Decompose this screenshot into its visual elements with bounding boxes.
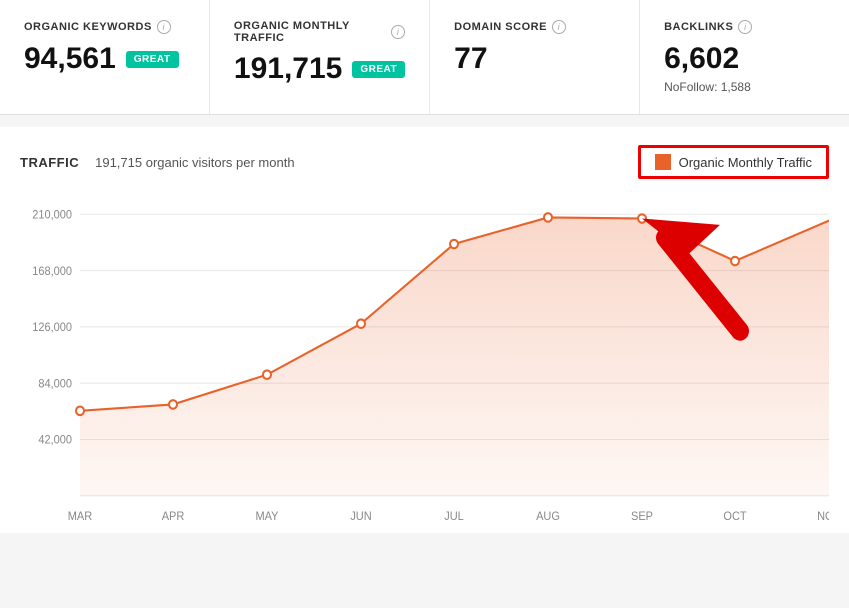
info-icon-organic-monthly-traffic[interactable]: i [391, 25, 405, 39]
chart-fill-area [80, 217, 829, 495]
svg-text:MAY: MAY [256, 511, 279, 523]
legend-label: Organic Monthly Traffic [679, 155, 812, 170]
top-cards-row: ORGANIC KEYWORDS i 94,561 GREAT ORGANIC … [0, 0, 849, 115]
svg-text:NOV: NOV [817, 511, 829, 523]
chart-title: TRAFFIC [20, 155, 79, 170]
chart-point-aug [544, 213, 552, 222]
chart-point-jul [450, 240, 458, 249]
card-label-organic-keywords: ORGANIC KEYWORDS i [24, 20, 185, 34]
svg-text:168,000: 168,000 [32, 266, 72, 278]
svg-text:84,000: 84,000 [38, 378, 72, 390]
chart-area: 210,000 168,000 126,000 84,000 42,000 MA… [20, 193, 829, 533]
chart-section: TRAFFIC 191,715 organic visitors per mon… [0, 127, 849, 533]
svg-text:APR: APR [162, 511, 185, 523]
legend-color-swatch [655, 154, 671, 170]
card-value-organic-monthly-traffic: 191,715 [234, 52, 342, 86]
chart-point-apr [169, 400, 177, 409]
svg-text:JUN: JUN [350, 511, 371, 523]
card-organic-monthly-traffic: ORGANIC MONTHLY TRAFFIC i 191,715 GREAT [210, 0, 430, 114]
info-icon-domain-score[interactable]: i [552, 20, 566, 34]
chart-svg: 210,000 168,000 126,000 84,000 42,000 MA… [20, 193, 829, 533]
card-label-backlinks: BACKLINKS i [664, 20, 825, 34]
svg-text:OCT: OCT [723, 511, 746, 523]
svg-text:126,000: 126,000 [32, 322, 72, 334]
card-label-domain-score: DOMAIN SCORE i [454, 20, 615, 34]
card-organic-keywords: ORGANIC KEYWORDS i 94,561 GREAT [0, 0, 210, 114]
card-value-organic-keywords: 94,561 [24, 42, 116, 76]
svg-text:AUG: AUG [536, 511, 560, 523]
svg-text:210,000: 210,000 [32, 209, 72, 221]
svg-text:MAR: MAR [68, 511, 92, 523]
chart-legend[interactable]: Organic Monthly Traffic [638, 145, 829, 179]
card-value-backlinks: 6,602 [664, 42, 739, 76]
chart-point-may [263, 370, 271, 379]
info-icon-backlinks[interactable]: i [738, 20, 752, 34]
card-value-domain-score: 77 [454, 42, 487, 76]
chart-subtitle: 191,715 organic visitors per month [95, 155, 294, 170]
card-domain-score: DOMAIN SCORE i 77 [430, 0, 640, 114]
svg-text:42,000: 42,000 [38, 434, 72, 446]
card-sub-backlinks: NoFollow: 1,588 [664, 80, 825, 94]
svg-text:JUL: JUL [444, 511, 464, 523]
badge-great-organic-keywords: GREAT [126, 51, 179, 68]
info-icon-organic-keywords[interactable]: i [157, 20, 171, 34]
svg-text:SEP: SEP [631, 511, 653, 523]
card-backlinks: BACKLINKS i 6,602 NoFollow: 1,588 [640, 0, 849, 114]
chart-point-oct [731, 257, 739, 266]
card-label-organic-monthly-traffic: ORGANIC MONTHLY TRAFFIC i [234, 20, 405, 44]
chart-point-jun [357, 319, 365, 328]
chart-header: TRAFFIC 191,715 organic visitors per mon… [20, 145, 829, 179]
chart-point-mar [76, 407, 84, 416]
badge-great-organic-monthly-traffic: GREAT [352, 61, 405, 78]
